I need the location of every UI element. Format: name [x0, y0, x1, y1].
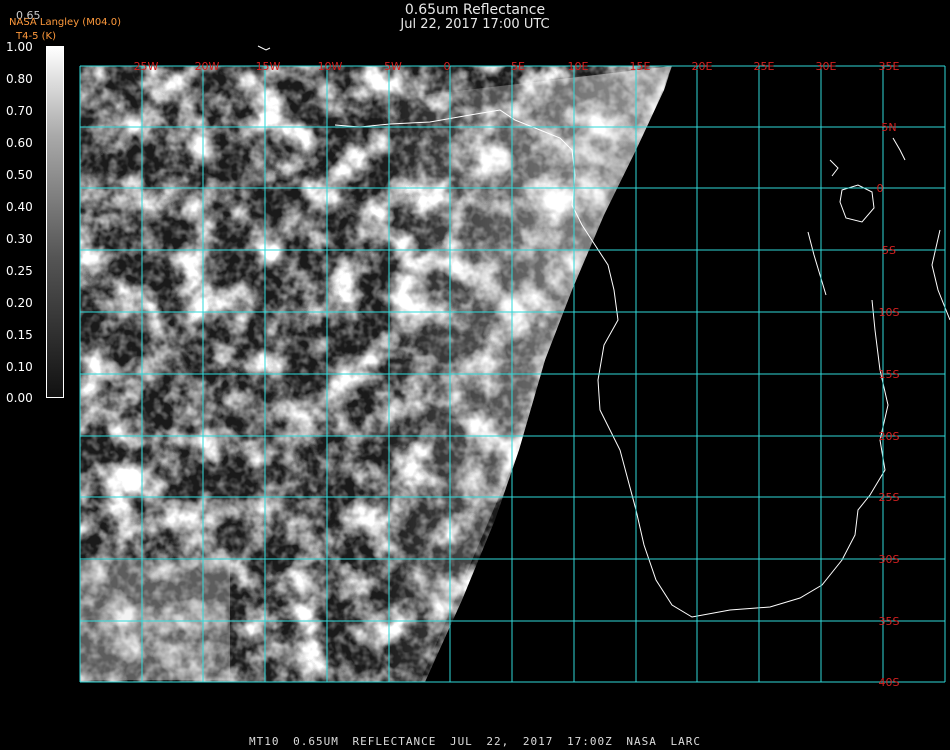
- footer-caption: MT10 0.65UM REFLECTANCE JUL 22, 2017 17:…: [249, 735, 701, 748]
- lat-label: 20S: [879, 430, 900, 443]
- lon-label: 35E: [879, 60, 900, 73]
- lat-label: 0: [877, 182, 884, 195]
- lon-label: 30E: [816, 60, 837, 73]
- lon-label: 10E: [568, 60, 589, 73]
- lat-label: 15S: [879, 368, 900, 381]
- colorbar-tick: 1.00: [6, 40, 33, 54]
- lake-fragment: [829, 159, 839, 177]
- colorbar: [46, 46, 64, 398]
- lon-label: 20E: [692, 60, 713, 73]
- satellite-map: 25W 20W 15W 10W 5W 0 5E 10E 15E 20E 25E …: [79, 45, 950, 689]
- colorbar-tick: 0.60: [6, 136, 33, 150]
- lat-label: 35S: [879, 615, 900, 628]
- lat-label: 10S: [879, 306, 900, 319]
- lake-tanganyika: [807, 231, 827, 296]
- lat-label: 40S: [879, 676, 900, 689]
- lake-fragment-2: [892, 137, 906, 161]
- colorbar-tick: 0.10: [6, 360, 33, 374]
- lon-label: 5E: [511, 60, 525, 73]
- colorbar-tick: 0.30: [6, 232, 33, 246]
- colorbar-tick: 0.25: [6, 264, 33, 278]
- colorbar-tick: 0.40: [6, 200, 33, 214]
- colorbar-tick: 0.15: [6, 328, 33, 342]
- lon-label: 5W: [384, 60, 402, 73]
- lat-label: 30S: [879, 553, 900, 566]
- image-title: 0.65um Reflectance: [404, 2, 546, 18]
- colorbar-tick: 0.00: [6, 391, 33, 405]
- colorbar-tick: 0.50: [6, 168, 33, 182]
- east-coast-fragment: [931, 229, 950, 321]
- lake-victoria: [839, 184, 875, 223]
- lat-label: 5S: [882, 244, 896, 257]
- lon-label: 25E: [754, 60, 775, 73]
- lon-label: 25W: [134, 60, 159, 73]
- coast-fragment-top: [257, 45, 271, 51]
- lon-label: 0: [444, 60, 451, 73]
- image-datetime: Jul 22, 2017 17:00 UTC: [400, 17, 550, 32]
- satellite-swath: [80, 66, 672, 682]
- lon-label: 10W: [318, 60, 343, 73]
- lat-label: 25S: [879, 491, 900, 504]
- lon-label: 20W: [195, 60, 220, 73]
- colorbar-tick: 0.20: [6, 296, 33, 310]
- colorbar-tick: 0.80: [6, 72, 33, 86]
- lon-label: 15W: [256, 60, 281, 73]
- source-label: NASA Langley (M04.0): [9, 17, 121, 28]
- lat-label: 5N: [881, 121, 896, 134]
- lon-label: 15E: [630, 60, 651, 73]
- colorbar-tick: 0.70: [6, 104, 33, 118]
